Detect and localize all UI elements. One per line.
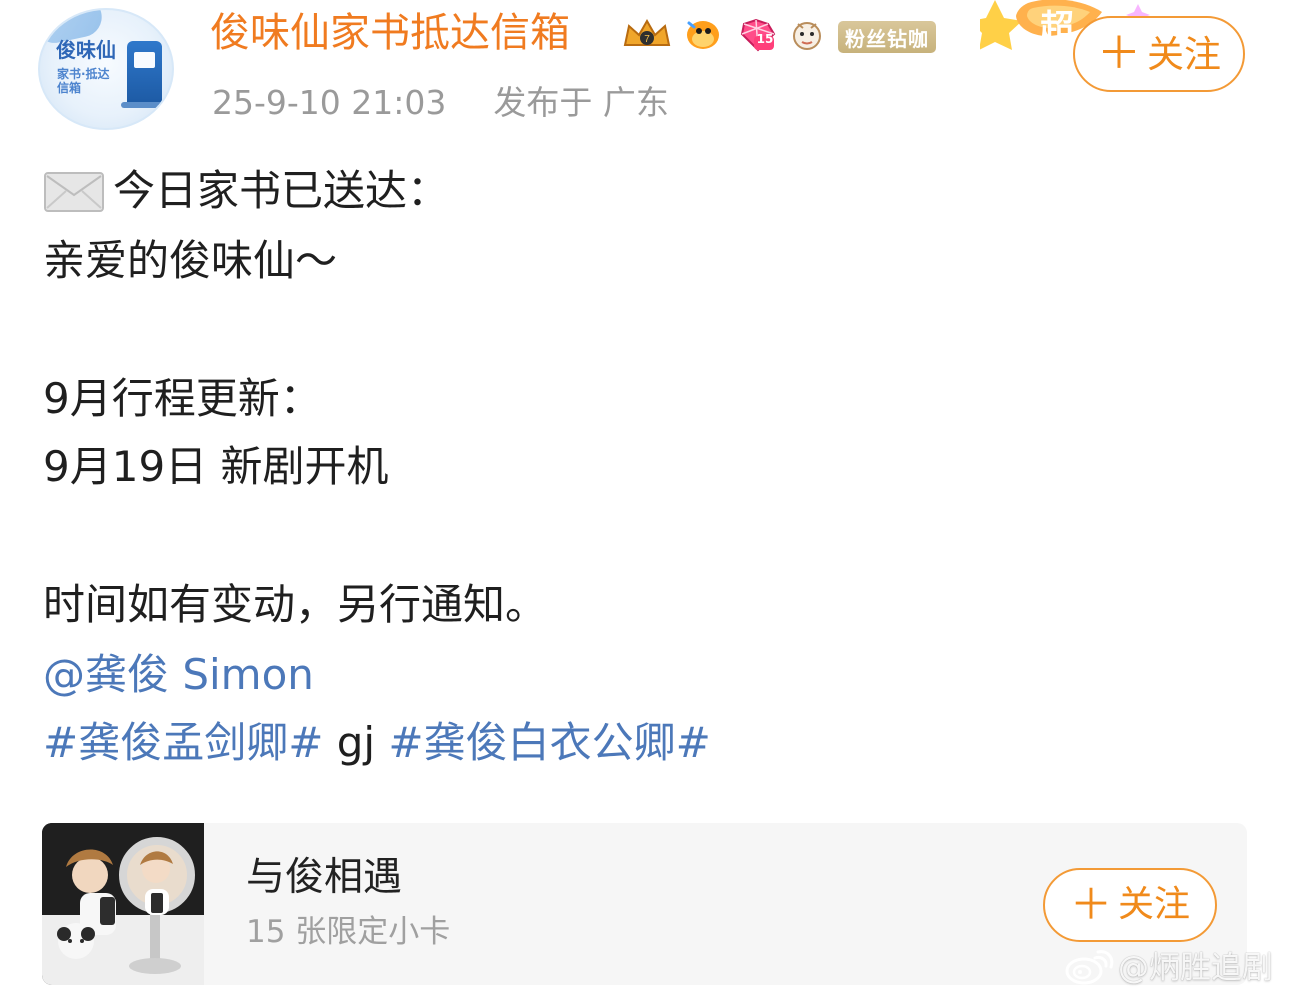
weibo-logo-icon <box>1062 948 1114 988</box>
post-header: 俊味仙 家书·抵达信箱 俊味仙家书抵达信箱 7 15 粉丝钻咖 25-9-10 … <box>0 0 1290 140</box>
avatar[interactable]: 俊味仙 家书·抵达信箱 <box>38 8 174 130</box>
schedule-item: 9月19日 新剧开机 <box>43 442 389 491</box>
envelope-icon <box>43 171 105 213</box>
post-intro: 今日家书已送达： <box>113 166 450 215</box>
card-thumbnail <box>42 823 204 985</box>
gem-level-badge-icon: 15 <box>736 16 780 54</box>
card-follow-label: 关注 <box>1118 884 1191 925</box>
avatar-subtitle: 家书·抵达信箱 <box>57 67 110 95</box>
author-nickname[interactable]: 俊味仙家书抵达信箱 <box>210 13 570 53</box>
mention-link[interactable]: @龚俊 Simon <box>43 654 314 696</box>
watermark-text: @炳胜追剧 <box>1118 949 1273 986</box>
hashtag-link-2[interactable]: #龚俊白衣公卿# <box>388 718 710 767</box>
crown-badge-icon: 7 <box>620 16 674 54</box>
follow-label: 关注 <box>1147 32 1221 76</box>
hashtag-row: #龚俊孟剑卿# gj #龚俊白衣公卿# <box>43 722 711 764</box>
svg-text:7: 7 <box>644 34 650 45</box>
avatar-title: 俊味仙 <box>56 38 116 62</box>
card-subtitle: 15 张限定小卡 <box>246 914 451 950</box>
hashtag-link-1[interactable]: #龚俊孟剑卿# <box>43 718 323 767</box>
mailbox-icon <box>121 41 169 108</box>
pet-badge-icon <box>788 16 826 54</box>
fan-level-tag: 粉丝钻咖 <box>838 21 936 53</box>
fish-badge-icon <box>683 16 723 54</box>
card-title: 与俊相遇 <box>246 855 403 900</box>
follow-plus-icon: ＋ <box>1097 28 1141 79</box>
card-follow-button[interactable]: ＋ 关注 <box>1043 868 1217 942</box>
post-meta: 25-9-10 21:03 发布于 广东 <box>212 86 669 119</box>
post-notice: 时间如有变动，另行通知。 <box>43 580 548 629</box>
super-badge-text: 超 <box>1040 9 1075 47</box>
schedule-title: 9月行程更新： <box>43 374 322 423</box>
card-follow-plus-icon: ＋ <box>1069 880 1112 929</box>
gem-level-number: 15 <box>756 32 774 46</box>
post-greeting: 亲爱的俊味仙～ <box>43 236 338 285</box>
watermark: @炳胜追剧 <box>1062 947 1273 989</box>
post-time: 25-9-10 21:03 <box>212 83 447 122</box>
post-location: 发布于 广东 <box>493 83 669 122</box>
hashtag-separator-text: gj <box>323 718 389 767</box>
follow-button[interactable]: ＋ 关注 <box>1073 16 1245 92</box>
